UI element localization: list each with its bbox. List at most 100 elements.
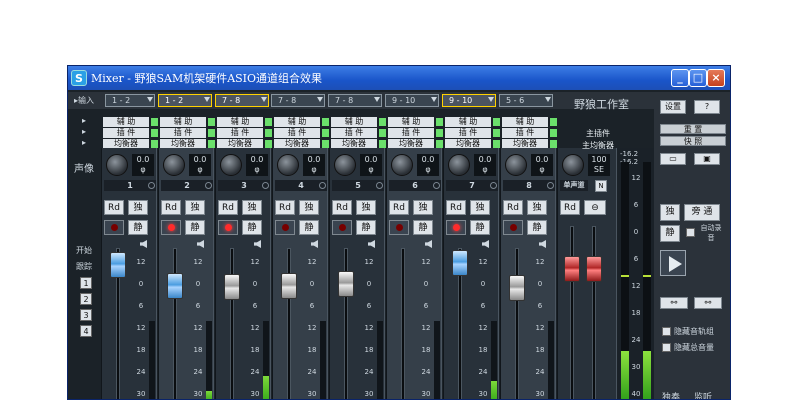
send-aux-4[interactable]: 辅 助: [274, 117, 320, 127]
mute-button[interactable]: 静: [185, 220, 205, 235]
channel-link-icon[interactable]: [490, 182, 497, 189]
record-indicator-button[interactable]: [503, 220, 523, 235]
pan-knob[interactable]: [220, 154, 242, 176]
mute-button[interactable]: 静: [470, 220, 490, 235]
send-aux-3[interactable]: 辅 助: [217, 117, 263, 127]
send-active-led[interactable]: [379, 129, 386, 137]
record-indicator-button[interactable]: [275, 220, 295, 235]
pan-knob[interactable]: [448, 154, 470, 176]
master-mute-button[interactable]: 静: [660, 225, 680, 242]
record-indicator-button[interactable]: [446, 220, 466, 235]
track-group-button-3[interactable]: 3: [80, 309, 92, 321]
input-selector-7[interactable]: 9 - 10: [442, 94, 496, 107]
pan-knob[interactable]: [505, 154, 527, 176]
master-solo-button[interactable]: 独: [660, 204, 680, 221]
link-left-button[interactable]: ⚯: [660, 297, 688, 309]
send-active-led[interactable]: [493, 129, 500, 137]
master-knob[interactable]: [562, 154, 584, 176]
send-active-led[interactable]: [550, 140, 557, 148]
solo-button[interactable]: 独: [356, 200, 376, 215]
pan-knob[interactable]: [391, 154, 413, 176]
send-aux-2[interactable]: 辅 助: [160, 117, 206, 127]
channel-link-icon[interactable]: [547, 182, 554, 189]
pan-knob[interactable]: [277, 154, 299, 176]
send-insert-3[interactable]: 插 件: [217, 128, 263, 138]
send-row-arrow-icon[interactable]: ▸: [82, 127, 86, 136]
volume-fader[interactable]: [110, 252, 126, 278]
channel-link-icon[interactable]: [319, 182, 326, 189]
reset-button[interactable]: 重 置: [660, 124, 726, 134]
master-left-fader[interactable]: [564, 256, 580, 282]
send-active-led[interactable]: [208, 129, 215, 137]
master-right-fader[interactable]: [586, 256, 602, 282]
mute-button[interactable]: 静: [128, 220, 148, 235]
close-button[interactable]: ×: [707, 69, 725, 87]
send-active-led[interactable]: [436, 140, 443, 148]
record-indicator-button[interactable]: [332, 220, 352, 235]
master-link-button[interactable]: ⊖: [584, 200, 606, 215]
send-active-led[interactable]: [208, 140, 215, 148]
send-active-led[interactable]: [208, 118, 215, 126]
channel-link-icon[interactable]: [376, 182, 383, 189]
send-active-led[interactable]: [151, 129, 158, 137]
send-active-led[interactable]: [436, 129, 443, 137]
auto-record-checkbox[interactable]: [686, 228, 695, 237]
settings-button[interactable]: 设置: [660, 100, 686, 114]
volume-fader[interactable]: [224, 274, 240, 300]
send-active-led[interactable]: [151, 118, 158, 126]
title-bar[interactable]: S Mixer - 野狼SAM机架硬件ASIO通道组合效果 _ □ ×: [68, 66, 730, 90]
input-selector-4[interactable]: 7 - 8: [271, 94, 325, 107]
track-group-button-1[interactable]: 1: [80, 277, 92, 289]
volume-fader[interactable]: [167, 273, 183, 299]
pan-knob[interactable]: [334, 154, 356, 176]
solo-button[interactable]: 独: [185, 200, 205, 215]
play-button[interactable]: [660, 250, 686, 276]
send-active-led[interactable]: [322, 140, 329, 148]
track-group-button-2[interactable]: 2: [80, 293, 92, 305]
solo-button[interactable]: 独: [128, 200, 148, 215]
volume-fader[interactable]: [281, 273, 297, 299]
send-active-led[interactable]: [151, 140, 158, 148]
input-selector-6[interactable]: 9 - 10: [385, 94, 439, 107]
send-active-led[interactable]: [265, 129, 272, 137]
volume-fader[interactable]: [338, 271, 354, 297]
mute-button[interactable]: 静: [299, 220, 319, 235]
send-insert-6[interactable]: 插 件: [388, 128, 434, 138]
input-selector-5[interactable]: 7 - 8: [328, 94, 382, 107]
record-arm-button[interactable]: Rd: [446, 200, 466, 215]
record-indicator-button[interactable]: [104, 220, 124, 235]
send-active-led[interactable]: [550, 129, 557, 137]
input-selector-1[interactable]: 1 - 2: [105, 94, 155, 107]
input-selector-8[interactable]: 5 - 6: [499, 94, 553, 107]
channel-link-icon[interactable]: [262, 182, 269, 189]
send-insert-2[interactable]: 插 件: [160, 128, 206, 138]
input-selector-3[interactable]: 7 - 8: [215, 94, 269, 107]
send-insert-1[interactable]: 插 件: [103, 128, 149, 138]
record-arm-button[interactable]: Rd: [218, 200, 238, 215]
mute-button[interactable]: 静: [356, 220, 376, 235]
send-aux-8[interactable]: 辅 助: [502, 117, 548, 127]
send-row-arrow-icon[interactable]: ▸: [82, 138, 86, 147]
solo-button[interactable]: 独: [299, 200, 319, 215]
help-button[interactable]: ?: [694, 100, 720, 114]
send-insert-7[interactable]: 插 件: [445, 128, 491, 138]
open-folder-button[interactable]: ▭: [660, 153, 686, 165]
master-record-button[interactable]: Rd: [560, 200, 580, 215]
send-insert-5[interactable]: 插 件: [331, 128, 377, 138]
send-row-arrow-icon[interactable]: ▸: [82, 116, 86, 125]
send-active-led[interactable]: [322, 129, 329, 137]
hide-master-checkbox[interactable]: [662, 343, 671, 352]
volume-fader[interactable]: [509, 275, 525, 301]
channel-link-icon[interactable]: [205, 182, 212, 189]
send-active-led[interactable]: [493, 118, 500, 126]
mute-button[interactable]: 静: [242, 220, 262, 235]
solo-button[interactable]: 独: [242, 200, 262, 215]
record-arm-button[interactable]: Rd: [161, 200, 181, 215]
save-button[interactable]: ▣: [694, 153, 720, 165]
send-aux-6[interactable]: 辅 助: [388, 117, 434, 127]
send-active-led[interactable]: [550, 118, 557, 126]
track-group-button-4[interactable]: 4: [80, 325, 92, 337]
send-active-led[interactable]: [265, 118, 272, 126]
snapshot-button[interactable]: 快 照: [660, 136, 726, 146]
pan-knob[interactable]: [106, 154, 128, 176]
